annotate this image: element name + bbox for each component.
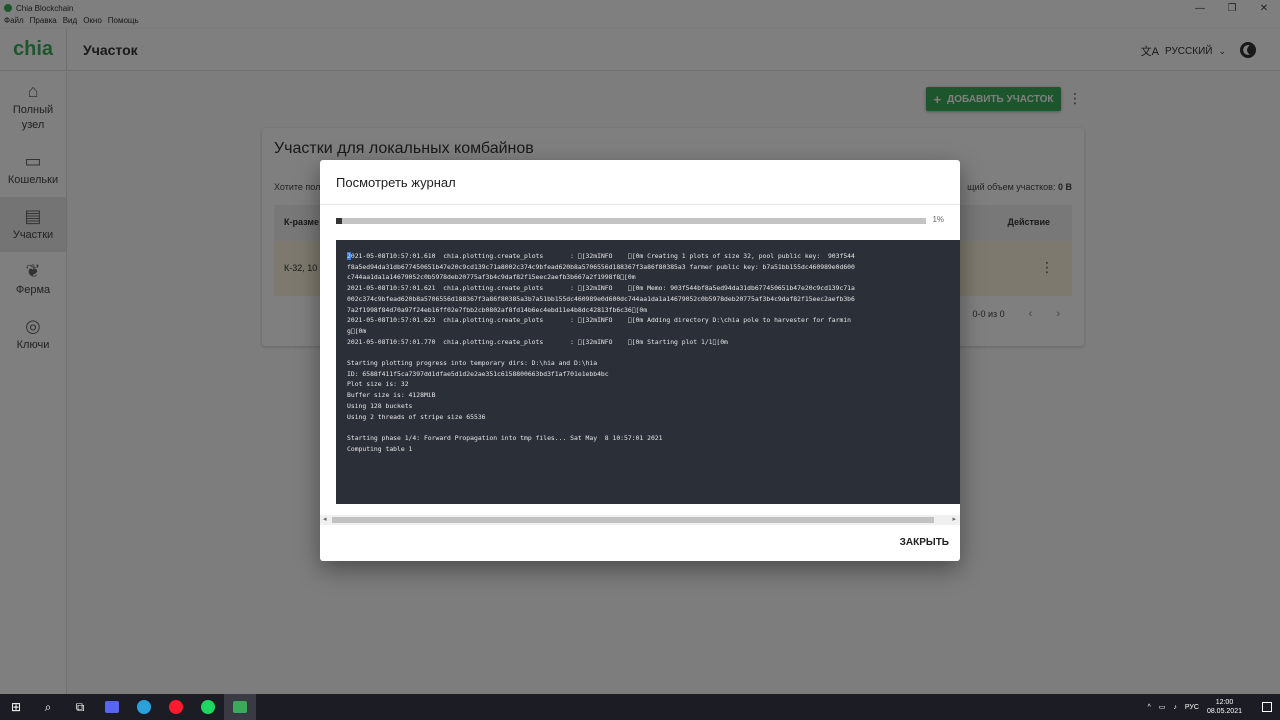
log-text-rest: 021-05-08T10:57:01.610 chia.plotting.cre… bbox=[347, 252, 855, 453]
network-icon[interactable]: ▭ bbox=[1159, 703, 1166, 711]
progress-fill bbox=[336, 218, 342, 224]
clock-date: 08.05.2021 bbox=[1206, 708, 1242, 715]
progress-label: 1% bbox=[932, 215, 944, 224]
windows-start-icon[interactable]: ⊞ bbox=[0, 694, 32, 720]
keyboard-language[interactable]: РУС bbox=[1185, 704, 1199, 711]
chevron-up-icon[interactable]: ^ bbox=[1148, 704, 1151, 711]
clock[interactable]: 12:00 08.05.2021 bbox=[1207, 698, 1250, 716]
clock-time: 12:00 bbox=[1215, 699, 1234, 706]
log-output[interactable]: 2021-05-08T10:57:01.610 chia.plotting.cr… bbox=[336, 240, 960, 504]
dialog-divider bbox=[320, 204, 960, 205]
close-button[interactable]: ЗАКРЫТЬ bbox=[900, 535, 949, 550]
scroll-right-icon[interactable]: ▸ bbox=[952, 515, 956, 523]
telegram-icon[interactable] bbox=[128, 694, 160, 720]
view-log-dialog: Посмотреть журнал 1% 2021-05-08T10:57:01… bbox=[320, 160, 960, 561]
log-text: 2021-05-08T10:57:01.610 chia.plotting.cr… bbox=[347, 251, 855, 454]
search-icon[interactable]: ⌕ bbox=[32, 694, 64, 720]
notification-icon[interactable] bbox=[1262, 702, 1272, 712]
scroll-left-icon[interactable]: ◂ bbox=[323, 515, 327, 523]
system-tray: ^ ▭ ♪ РУС 12:00 08.05.2021 bbox=[1148, 694, 1280, 720]
discord-icon[interactable] bbox=[96, 694, 128, 720]
task-view-icon[interactable]: ⧉ bbox=[64, 694, 96, 720]
horizontal-scrollbar[interactable]: ◂ ▸ bbox=[320, 515, 960, 525]
volume-icon[interactable]: ♪ bbox=[1173, 704, 1177, 711]
opera-icon[interactable] bbox=[160, 694, 192, 720]
dialog-title: Посмотреть журнал bbox=[336, 175, 456, 190]
scrollbar-thumb[interactable] bbox=[332, 517, 934, 523]
spotify-icon[interactable] bbox=[192, 694, 224, 720]
taskbar: ⊞ ⌕ ⧉ ^ ▭ ♪ РУС 12:00 08.05.2021 bbox=[0, 694, 1280, 720]
progress-bar bbox=[336, 218, 926, 224]
chia-taskbar-icon[interactable] bbox=[224, 694, 256, 720]
